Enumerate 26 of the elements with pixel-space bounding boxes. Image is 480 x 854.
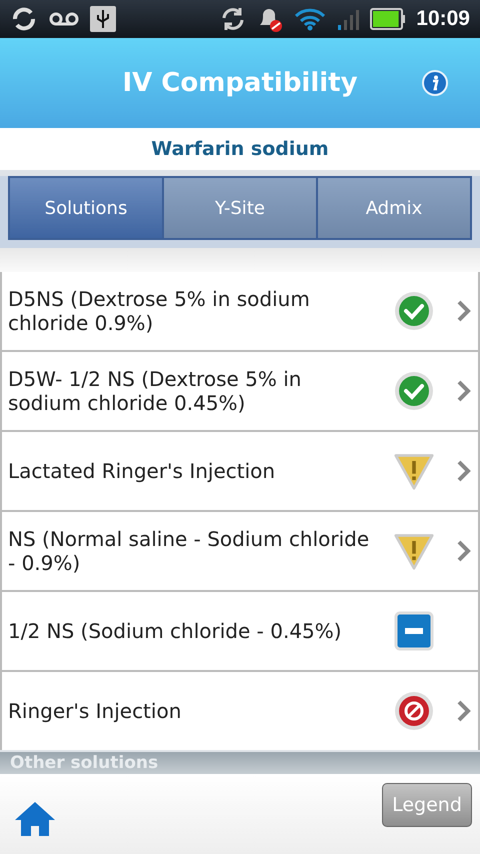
drug-name: Warfarin sodium (151, 138, 329, 160)
solution-row[interactable]: Ringer's Injection (2, 672, 478, 750)
solution-name: D5W- 1/2 NS (Dextrose 5% in sodium chloride 0.45%) (8, 367, 302, 415)
solution-row[interactable]: 1/2 NS (Sodium chloride - 0.45%) (2, 592, 478, 670)
section-header: Other solutions (0, 752, 480, 774)
usb-icon (90, 6, 116, 32)
tab[interactable]: Solutions (10, 178, 162, 238)
screen-title: IV Compatibility (122, 68, 358, 98)
solution-name: 1/2 NS (Sodium chloride - 0.45%) (8, 619, 343, 643)
sync-icon (10, 5, 38, 33)
solution-row[interactable]: D5W- 1/2 NS (Dextrose 5% in sodium chloride 0.45%) (2, 352, 478, 430)
solution-name: Lactated Ringer's Injection (8, 459, 276, 483)
solution-row[interactable]: Lactated Ringer's Injection (2, 432, 478, 510)
signal-icon (336, 7, 360, 31)
solution-name: D5NS (Dextrose 5% in sodium chloride 0.9%) (8, 287, 311, 335)
solution-name: Ringer's Injection (8, 699, 182, 723)
solution-row[interactable]: NS (Normal saline - Sodium chloride - 0.9%) (2, 512, 478, 590)
clock-time: 10:09 (416, 7, 470, 31)
sync-icon (220, 6, 246, 32)
wifi-icon (294, 7, 326, 31)
info-icon[interactable] (422, 70, 448, 96)
solution-row[interactable]: D5NS (Dextrose 5% in sodium chloride 0.9%) (2, 272, 478, 350)
solution-name: NS (Normal saline - Sodium chloride - 0.9%) (8, 527, 370, 575)
home-icon[interactable] (14, 800, 56, 836)
battery-icon (370, 8, 406, 30)
voicemail-icon (48, 11, 80, 27)
